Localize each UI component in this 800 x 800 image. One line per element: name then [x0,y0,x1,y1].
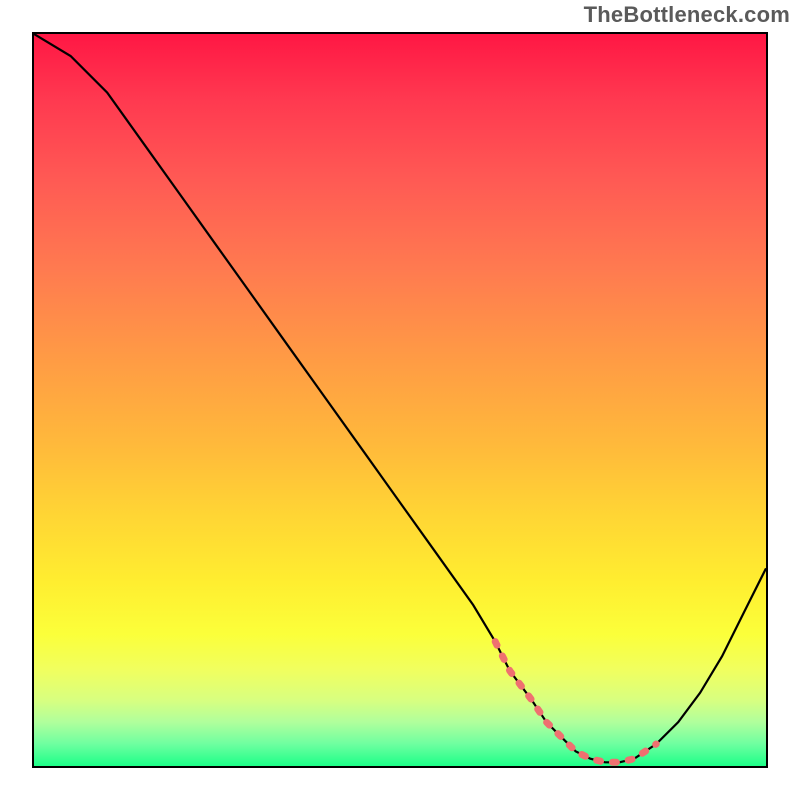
chart-plot-area [32,32,768,768]
bottleneck-curve [34,34,766,766]
watermark-text: TheBottleneck.com [584,2,790,28]
